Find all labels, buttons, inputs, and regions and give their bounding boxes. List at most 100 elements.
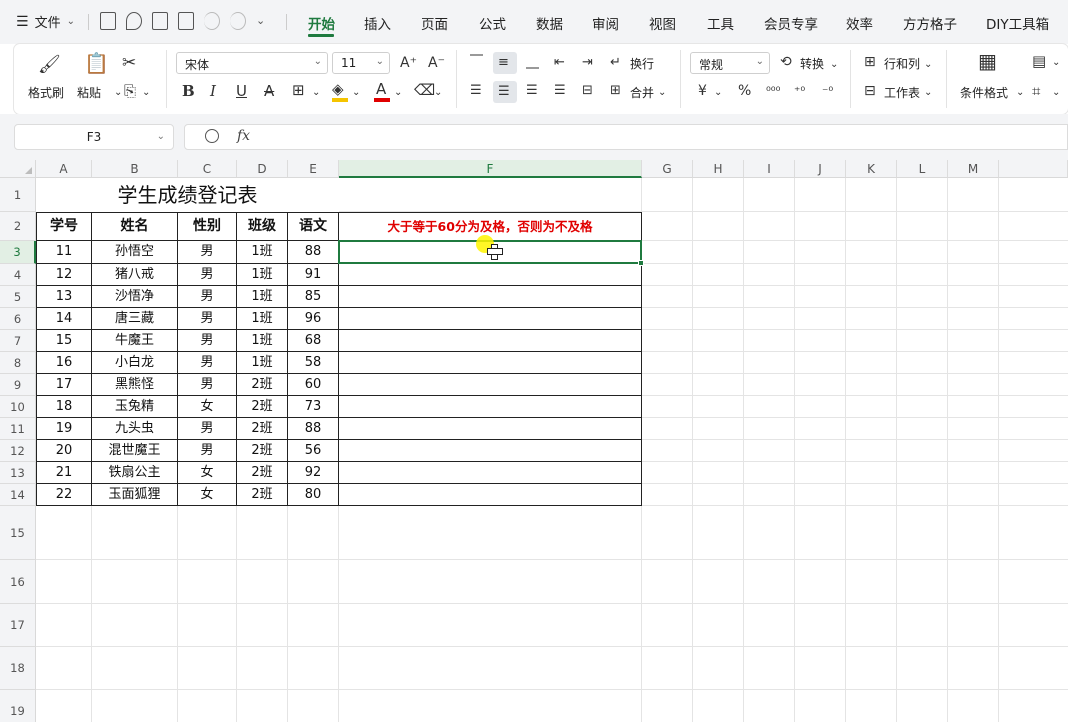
row-header-2[interactable]: 2 <box>0 212 36 241</box>
table-cell[interactable]: 男 <box>178 352 237 374</box>
search-icon[interactable] <box>205 129 219 143</box>
table-cell[interactable]: 1班 <box>237 352 288 374</box>
align-top-icon[interactable]: ⎺ <box>470 53 483 71</box>
table-cell[interactable]: 男 <box>178 286 237 308</box>
row-header-16[interactable]: 16 <box>0 560 36 604</box>
column-header-f[interactable]: F <box>339 160 642 178</box>
align-right-icon[interactable]: ☰ <box>526 82 538 100</box>
table-cell[interactable]: 黑熊怪 <box>92 374 178 396</box>
thousands-icon[interactable]: ⁰⁰⁰ <box>766 82 780 100</box>
table-cell[interactable]: 2班 <box>237 440 288 462</box>
table-cell[interactable]: 女 <box>178 484 237 506</box>
tab-ffgz[interactable]: 方方格子 <box>903 13 957 33</box>
copy-icon[interactable]: ⎘ <box>124 82 136 100</box>
table-cell[interactable]: 21 <box>36 462 92 484</box>
table-cell[interactable]: 女 <box>178 462 237 484</box>
table-cell[interactable]: 孙悟空 <box>92 241 178 264</box>
row-header-5[interactable]: 5 <box>0 286 36 308</box>
row-header-14[interactable]: 14 <box>0 484 36 506</box>
increase-indent-icon[interactable]: ⇥ <box>582 54 593 72</box>
result-cell[interactable] <box>339 264 642 286</box>
increase-decimal-icon[interactable]: ⁺⁰ <box>794 82 805 100</box>
column-header-j[interactable]: J <box>795 160 846 178</box>
table-cell[interactable]: 男 <box>178 330 237 352</box>
distribute-icon[interactable]: ⊟ <box>582 82 593 100</box>
chevron-down-icon[interactable]: ⌄ <box>312 84 320 102</box>
table-cell[interactable]: 73 <box>288 396 339 418</box>
column-header-h[interactable]: H <box>693 160 744 178</box>
column-header-c[interactable]: C <box>178 160 237 178</box>
chevron-down-icon[interactable]: ⌄ <box>714 84 722 102</box>
row-header-18[interactable]: 18 <box>0 647 36 690</box>
table-cell[interactable]: 20 <box>36 440 92 462</box>
redo-icon[interactable] <box>230 12 246 30</box>
column-header-g[interactable]: G <box>642 160 693 178</box>
table-cell[interactable]: 玉面狐狸 <box>92 484 178 506</box>
table-cell[interactable]: 16 <box>36 352 92 374</box>
table-cell[interactable]: 56 <box>288 440 339 462</box>
italic-icon[interactable]: I <box>210 82 216 100</box>
table-cell[interactable]: 男 <box>178 241 237 264</box>
justify-icon[interactable]: ☰ <box>554 82 566 100</box>
row-header-9[interactable]: 9 <box>0 374 36 396</box>
table-cell[interactable]: 牛魔王 <box>92 330 178 352</box>
table-cell[interactable]: 18 <box>36 396 92 418</box>
table-cell[interactable]: 2班 <box>237 396 288 418</box>
row-header-7[interactable]: 7 <box>0 330 36 352</box>
tab-diy-toolbox[interactable]: DIY工具箱 <box>986 13 1049 33</box>
column-header-d[interactable]: D <box>237 160 288 178</box>
table-cell[interactable]: 92 <box>288 462 339 484</box>
table-cell[interactable]: 铁扇公主 <box>92 462 178 484</box>
tab-member[interactable]: 会员专享 <box>764 13 818 33</box>
result-cell[interactable] <box>339 374 642 396</box>
decrease-decimal-icon[interactable]: ⁻⁰ <box>822 82 833 100</box>
table-cell[interactable]: 88 <box>288 241 339 264</box>
table-cell[interactable]: 2班 <box>237 462 288 484</box>
tab-efficiency[interactable]: 效率 <box>846 13 873 33</box>
row-header-3[interactable]: 3 <box>0 241 36 264</box>
percent-icon[interactable]: % <box>738 82 751 100</box>
share-icon[interactable] <box>126 12 142 30</box>
print-icon[interactable] <box>152 12 168 30</box>
table-cell[interactable]: 男 <box>178 440 237 462</box>
table-cell[interactable]: 1班 <box>237 330 288 352</box>
result-cell[interactable] <box>339 352 642 374</box>
row-header-1[interactable]: 1 <box>0 178 36 212</box>
row-header-19[interactable]: 19 <box>0 690 36 722</box>
result-cell[interactable] <box>339 440 642 462</box>
paste-button[interactable]: 粘贴 <box>77 84 101 101</box>
undo-icon[interactable] <box>204 12 220 30</box>
underline-icon[interactable]: U <box>236 82 247 100</box>
result-cell[interactable] <box>339 330 642 352</box>
result-cell[interactable] <box>339 286 642 308</box>
row-header-15[interactable]: 15 <box>0 506 36 560</box>
tab-tools[interactable]: 工具 <box>707 13 734 33</box>
column-header-m[interactable]: M <box>948 160 999 178</box>
name-box[interactable]: F3 ⌄ <box>14 124 174 150</box>
table-cell[interactable]: 小白龙 <box>92 352 178 374</box>
table-cell[interactable]: 2班 <box>237 418 288 440</box>
table-cell[interactable]: 15 <box>36 330 92 352</box>
chevron-down-icon[interactable]: ⌄ <box>924 56 932 74</box>
row-header-17[interactable]: 17 <box>0 604 36 647</box>
chevron-down-icon[interactable]: ⌄ <box>658 84 666 102</box>
table-cell[interactable]: 17 <box>36 374 92 396</box>
wrap-text-button[interactable]: 换行 <box>630 55 654 72</box>
table-cell[interactable]: 男 <box>178 418 237 440</box>
tab-page[interactable]: 页面 <box>421 13 448 33</box>
chevron-down-icon[interactable]: ⌄ <box>924 84 932 102</box>
table-cell[interactable]: 1班 <box>237 308 288 330</box>
border-icon[interactable]: ⊞ <box>292 81 305 99</box>
table-cell[interactable]: 1班 <box>237 286 288 308</box>
column-header-a[interactable]: A <box>36 160 92 178</box>
print-preview-icon[interactable] <box>178 12 194 30</box>
rows-cols-button[interactable]: 行和列 <box>884 55 920 72</box>
select-all-corner[interactable] <box>0 160 36 178</box>
table-cell[interactable]: 男 <box>178 374 237 396</box>
table-cell[interactable]: 11 <box>36 241 92 264</box>
row-header-13[interactable]: 13 <box>0 462 36 484</box>
table-cell[interactable]: 沙悟净 <box>92 286 178 308</box>
fx-icon[interactable]: fx <box>237 128 250 144</box>
scissors-icon[interactable]: ✂ <box>122 54 136 72</box>
strikethrough-icon[interactable]: A <box>264 82 274 100</box>
